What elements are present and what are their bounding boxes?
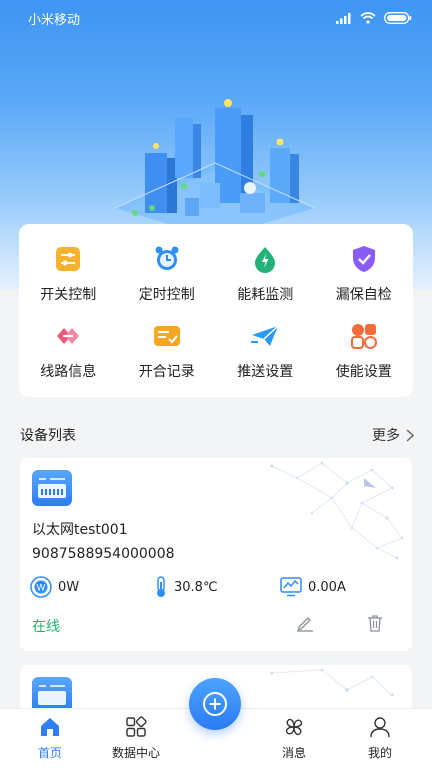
delete-device-button[interactable] <box>367 614 383 636</box>
smart-city-illustration <box>114 99 316 238</box>
current-metric: 0.00A <box>280 577 346 597</box>
line-info-icon <box>57 327 80 344</box>
signal-icon <box>336 13 351 24</box>
tab-profile[interactable]: 我的 <box>340 715 420 761</box>
ethernet-device-icon <box>38 478 66 498</box>
menu-label: 开合记录 <box>138 363 195 380</box>
profile-icon <box>370 717 390 738</box>
switch-icon <box>56 247 81 272</box>
chevron-right-icon <box>406 428 414 442</box>
menu-timer-control[interactable]: 定时控制 <box>118 236 217 313</box>
power-value: 0W <box>58 579 80 595</box>
menu-push-settings[interactable]: 推送设置 <box>216 313 315 390</box>
menu-switch-control[interactable]: 开关控制 <box>19 236 118 313</box>
battery-icon <box>384 12 412 24</box>
menu-label: 漏保自检 <box>335 287 392 304</box>
function-menu: 开关控制 定时控制 能耗监测 漏保自检 线路信息 开合记录 推送设置 使能设置 <box>19 224 413 397</box>
power-watt-icon: W <box>30 576 52 598</box>
power-metric: W 0W <box>30 576 154 598</box>
menu-leak-selfcheck[interactable]: 漏保自检 <box>315 236 414 313</box>
energy-drop-icon <box>255 247 276 274</box>
more-devices-link[interactable]: 更多 <box>372 425 414 445</box>
menu-enable-settings[interactable]: 使能设置 <box>315 313 414 390</box>
alarm-clock-icon <box>155 246 179 271</box>
current-monitor-icon <box>280 577 302 597</box>
tab-label: 消息 <box>281 746 306 760</box>
add-device-fab[interactable] <box>189 678 241 730</box>
thermometer-icon <box>157 576 165 597</box>
tab-messages[interactable]: 消息 <box>254 715 334 761</box>
home-icon <box>41 718 59 736</box>
record-card-icon <box>153 325 180 346</box>
trash-icon <box>368 615 382 632</box>
online-status: 在线 <box>32 619 60 635</box>
device-card[interactable]: 以太网test001 9087588954000008 W 0W 30.8℃ 0… <box>20 458 412 651</box>
menu-line-info[interactable]: 线路信息 <box>19 313 118 390</box>
menu-label: 定时控制 <box>138 287 195 304</box>
menu-label: 能耗监测 <box>237 287 294 304</box>
tab-data-center[interactable]: 数据中心 <box>96 715 176 761</box>
data-center-icon <box>126 716 147 737</box>
push-send-icon <box>251 325 279 346</box>
tab-label: 我的 <box>367 746 392 760</box>
device-metrics: W 0W 30.8℃ 0.00A <box>30 574 400 600</box>
edit-device-button[interactable] <box>296 614 314 636</box>
menu-energy-monitor[interactable]: 能耗监测 <box>216 236 315 313</box>
device-serial: 9087588954000008 <box>32 546 175 562</box>
menu-label: 推送设置 <box>237 363 294 380</box>
menu-open-close-record[interactable]: 开合记录 <box>118 313 217 390</box>
device-name: 以太网test001 <box>32 522 128 538</box>
menu-label: 开关控制 <box>40 287 97 304</box>
shield-check-icon <box>352 246 375 273</box>
more-label: 更多 <box>372 428 400 444</box>
wifi-icon <box>360 12 376 24</box>
menu-label: 使能设置 <box>335 363 392 380</box>
clover-message-icon <box>285 718 303 736</box>
device-icon <box>32 470 72 506</box>
enable-settings-icon <box>350 323 377 349</box>
add-circle-icon <box>203 692 227 716</box>
menu-label: 线路信息 <box>40 363 97 380</box>
device-list-title: 设备列表 <box>20 428 76 444</box>
tab-label: 首页 <box>37 746 62 760</box>
temperature-value: 30.8℃ <box>174 579 218 595</box>
temperature-metric: 30.8℃ <box>154 576 280 598</box>
device-list-header: 设备列表 更多 <box>20 420 414 450</box>
network-dots-decoration <box>270 461 404 560</box>
status-bar: 小米移动 <box>0 0 432 36</box>
tab-home[interactable]: 首页 <box>10 715 90 761</box>
carrier-label: 小米移动 <box>28 12 81 28</box>
current-value: 0.00A <box>308 579 346 595</box>
edit-pencil-icon <box>297 617 313 632</box>
svg-text:W: W <box>37 584 46 594</box>
tab-label: 数据中心 <box>111 746 160 760</box>
